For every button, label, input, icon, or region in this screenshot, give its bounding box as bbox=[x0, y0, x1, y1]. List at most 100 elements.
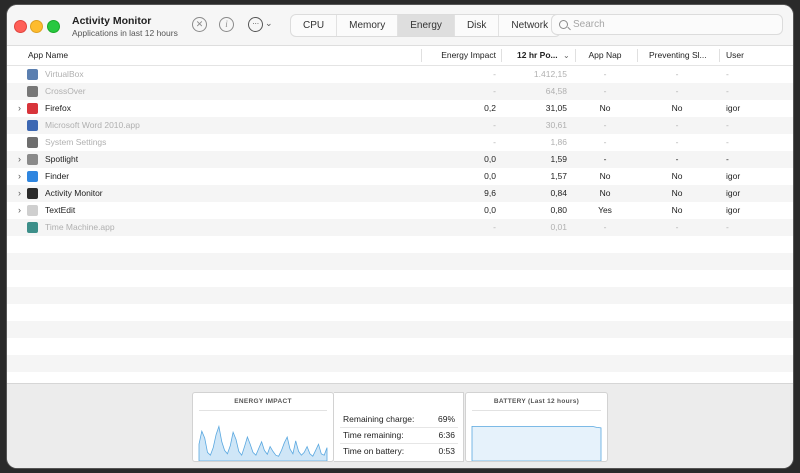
tab-disk[interactable]: Disk bbox=[455, 15, 500, 36]
user-cell: igor bbox=[726, 205, 741, 215]
preventing-sleep-cell: - bbox=[675, 137, 679, 147]
stop-process-icon[interactable]: ✕ bbox=[192, 17, 207, 32]
minimize-window-button[interactable] bbox=[30, 20, 43, 33]
more-actions-icon[interactable]: ··· bbox=[248, 17, 263, 32]
app-name-cell: TextEdit bbox=[45, 205, 76, 215]
table-header: App Name Energy Impact 12 hr Po... ⌄ App… bbox=[7, 46, 793, 66]
column-header-preventing-sleep[interactable]: Preventing Sl... bbox=[649, 46, 719, 65]
preventing-sleep-cell: No bbox=[671, 205, 683, 215]
table-row[interactable]: › TextEdit 0,0 0,80 Yes No igor bbox=[7, 202, 793, 219]
textedit-icon bbox=[27, 205, 38, 216]
battery-history-title: BATTERY (Last 12 hours) bbox=[493, 398, 580, 405]
tab-energy[interactable]: Energy bbox=[398, 15, 455, 36]
search-icon bbox=[559, 20, 568, 29]
user-cell: - bbox=[726, 154, 729, 164]
disclosure-triangle-icon[interactable]: › bbox=[18, 185, 21, 202]
disclosure-triangle-icon[interactable]: › bbox=[18, 151, 21, 168]
empty-table-row bbox=[7, 270, 793, 287]
activity-monitor-window: Activity Monitor Applications in last 12… bbox=[7, 5, 793, 468]
stat-divider bbox=[340, 427, 458, 428]
12hr-power-cell: 64,58 bbox=[545, 86, 567, 96]
table-row[interactable]: › Finder 0,0 1,57 No No igor bbox=[7, 168, 793, 185]
app-nap-cell: - bbox=[603, 222, 607, 232]
spotlight-icon bbox=[27, 154, 38, 165]
column-header-app-name[interactable]: App Name bbox=[28, 46, 178, 65]
preventing-sleep-cell: - bbox=[675, 120, 679, 130]
column-header-energy-impact[interactable]: Energy Impact bbox=[421, 46, 496, 65]
table-row[interactable]: › Spotlight 0,0 1,59 - - - bbox=[7, 151, 793, 168]
app-name-cell: Time Machine.app bbox=[45, 222, 115, 232]
time-remaining-value: 6:36 bbox=[438, 430, 455, 440]
info-icon[interactable]: i bbox=[219, 17, 234, 32]
firefox-icon bbox=[27, 103, 38, 114]
app-name-cell: Finder bbox=[45, 171, 70, 181]
energy-impact-cell: - bbox=[493, 86, 496, 96]
column-header-12hr-power[interactable]: 12 hr Po... bbox=[517, 46, 565, 65]
table-row[interactable]: System Settings - 1,86 - - - bbox=[7, 134, 793, 151]
chevron-down-icon[interactable]: ⌄ bbox=[265, 18, 273, 29]
energy-impact-cell: 0,0 bbox=[484, 171, 496, 181]
empty-table-row bbox=[7, 236, 793, 253]
preventing-sleep-cell: - bbox=[675, 222, 679, 232]
preventing-sleep-cell: No bbox=[671, 188, 683, 198]
sort-descending-icon[interactable]: ⌄ bbox=[563, 46, 573, 65]
zoom-window-button[interactable] bbox=[47, 20, 60, 33]
column-divider[interactable] bbox=[637, 49, 638, 62]
app-nap-cell: - bbox=[603, 86, 607, 96]
user-cell: - bbox=[726, 86, 729, 96]
energy-impact-panel: ENERGY IMPACT bbox=[192, 392, 334, 462]
column-header-user[interactable]: User bbox=[726, 46, 776, 65]
user-cell: igor bbox=[726, 103, 741, 113]
energy-impact-cell: - bbox=[493, 120, 496, 130]
preventing-sleep-cell: No bbox=[671, 103, 683, 113]
search-input[interactable] bbox=[573, 17, 773, 32]
stat-divider bbox=[340, 443, 458, 444]
disclosure-triangle-icon[interactable]: › bbox=[18, 100, 21, 117]
table-row[interactable]: VirtualBox - 1.412,15 - - - bbox=[7, 66, 793, 83]
user-cell: igor bbox=[726, 188, 741, 198]
energy-impact-cell: 0,0 bbox=[484, 154, 496, 164]
word-icon bbox=[27, 120, 38, 131]
12hr-power-cell: 1,59 bbox=[550, 154, 567, 164]
12hr-power-cell: 0,01 bbox=[550, 222, 567, 232]
toolbar: Activity Monitor Applications in last 12… bbox=[7, 5, 793, 46]
app-nap-cell: Yes bbox=[598, 205, 612, 215]
app-name-cell: Firefox bbox=[45, 103, 71, 113]
energy-impact-cell: 0,0 bbox=[484, 205, 496, 215]
preventing-sleep-cell: - bbox=[675, 69, 679, 79]
table-row[interactable]: CrossOver - 64,58 - - - bbox=[7, 83, 793, 100]
panel-divider bbox=[199, 410, 327, 411]
tab-cpu[interactable]: CPU bbox=[291, 15, 338, 36]
empty-table-row bbox=[7, 321, 793, 338]
time-on-battery-label: Time on battery: bbox=[343, 446, 405, 456]
disclosure-triangle-icon[interactable]: › bbox=[18, 202, 21, 219]
12hr-power-cell: 0,80 bbox=[550, 205, 567, 215]
panel-divider bbox=[472, 410, 601, 411]
disclosure-triangle-icon[interactable]: › bbox=[18, 168, 21, 185]
close-window-button[interactable] bbox=[14, 20, 27, 33]
app-name-cell: CrossOver bbox=[45, 86, 86, 96]
activity-monitor-icon bbox=[27, 188, 38, 199]
table-row[interactable]: Microsoft Word 2010.app - 30,61 - - - bbox=[7, 117, 793, 134]
battery-stats-panel: Remaining charge: 69% Time remaining: 6:… bbox=[334, 392, 464, 462]
user-cell: igor bbox=[726, 171, 741, 181]
column-divider[interactable] bbox=[501, 49, 502, 62]
user-cell: - bbox=[726, 120, 729, 130]
app-name-cell: System Settings bbox=[45, 137, 107, 147]
battery-history-panel: BATTERY (Last 12 hours) bbox=[465, 392, 608, 462]
app-nap-cell: - bbox=[603, 120, 607, 130]
table-row[interactable]: Time Machine.app - 0,01 - - - bbox=[7, 219, 793, 236]
table-row[interactable]: › Activity Monitor 9,6 0,84 No No igor bbox=[7, 185, 793, 202]
12hr-power-cell: 0,84 bbox=[550, 188, 567, 198]
battery-history-graph bbox=[471, 426, 602, 461]
column-divider[interactable] bbox=[719, 49, 720, 62]
12hr-power-cell: 30,61 bbox=[545, 120, 567, 130]
table-row[interactable]: › Firefox 0,2 31,05 No No igor bbox=[7, 100, 793, 117]
column-header-app-nap[interactable]: App Nap bbox=[575, 46, 635, 65]
settings-gear-icon bbox=[27, 137, 38, 148]
app-nap-cell: No bbox=[599, 188, 611, 198]
preventing-sleep-cell: No bbox=[671, 171, 683, 181]
time-machine-icon bbox=[27, 222, 38, 233]
12hr-power-cell: 1,86 bbox=[550, 137, 567, 147]
tab-memory[interactable]: Memory bbox=[337, 15, 399, 36]
